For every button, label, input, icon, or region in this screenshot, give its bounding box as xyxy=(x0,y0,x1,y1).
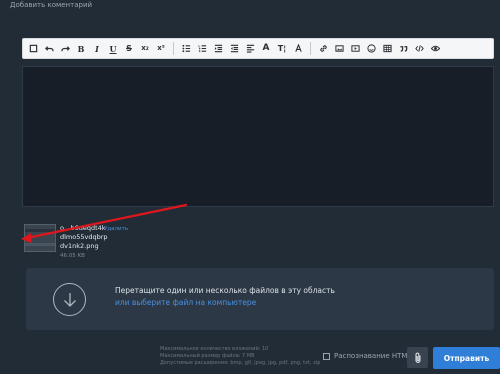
extensions-text: Допустимые расширения: bmp, gif, jpeg, j… xyxy=(160,360,321,366)
dropzone-instruction: Перетащите один или несколько файлов в э… xyxy=(115,286,335,295)
thumbnail-band xyxy=(25,243,55,246)
delete-attachment-link[interactable]: Удалить xyxy=(104,226,128,232)
attachment-thumbnail[interactable] xyxy=(24,224,56,252)
ocr-label[interactable]: Распознавание HTML xyxy=(334,352,411,360)
download-arrow-icon xyxy=(53,283,86,316)
link-icon[interactable] xyxy=(315,41,331,57)
video-icon[interactable] xyxy=(347,41,363,57)
quote-icon[interactable] xyxy=(395,41,411,57)
font-color-icon[interactable] xyxy=(290,41,306,57)
table-icon[interactable] xyxy=(379,41,395,57)
code-icon[interactable] xyxy=(411,41,427,57)
square-icon[interactable] xyxy=(25,41,41,57)
max-size-text: Максимальный размер файла: 7 MB xyxy=(160,353,255,359)
choose-file-link[interactable]: или выберите файл на компьютере xyxy=(115,298,256,307)
ocr-checkbox[interactable] xyxy=(323,353,330,360)
align-icon[interactable] xyxy=(242,41,258,57)
attach-button[interactable] xyxy=(407,347,428,368)
underline-icon[interactable]: U xyxy=(105,41,121,57)
comment-heading: Добавить коментарий xyxy=(10,1,93,9)
undo-icon[interactable] xyxy=(41,41,57,57)
editor-toolbar: B I U S x₂ x² A T¦ xyxy=(22,38,494,59)
emoji-icon[interactable] xyxy=(363,41,379,57)
font-size-icon[interactable]: A xyxy=(258,41,274,57)
max-count-text: Максимальное количество вложений: 10 xyxy=(160,346,269,352)
strikethrough-icon[interactable]: S xyxy=(121,41,137,57)
redo-icon[interactable] xyxy=(57,41,73,57)
attachment-file-size: 46.05 KB xyxy=(60,253,85,259)
toolbar-separator xyxy=(310,42,311,55)
superscript-icon[interactable]: x² xyxy=(153,41,169,57)
bullet-list-icon[interactable] xyxy=(178,41,194,57)
outdent-icon[interactable] xyxy=(226,41,242,57)
text-style-icon[interactable]: T¦ xyxy=(274,41,290,57)
file-name-line: dv1nk2.png xyxy=(60,242,99,250)
comment-editor[interactable] xyxy=(22,66,494,207)
file-dropzone[interactable] xyxy=(26,268,494,330)
subscript-icon[interactable]: x₂ xyxy=(137,41,153,57)
file-name-line: dlmo55vdqbrp xyxy=(60,233,108,241)
image-icon[interactable] xyxy=(331,41,347,57)
toolbar-separator xyxy=(173,42,174,55)
bold-icon[interactable]: B xyxy=(73,41,89,57)
preview-icon[interactable] xyxy=(427,41,443,57)
thumbnail-band xyxy=(25,229,55,232)
upload-limits: Максимальное количество вложений: 10 Мак… xyxy=(160,346,320,367)
paperclip-icon xyxy=(415,352,420,363)
italic-icon[interactable]: I xyxy=(89,41,105,57)
send-button[interactable]: Отправить xyxy=(433,347,500,369)
numbered-list-icon[interactable] xyxy=(194,41,210,57)
indent-icon[interactable] xyxy=(210,41,226,57)
